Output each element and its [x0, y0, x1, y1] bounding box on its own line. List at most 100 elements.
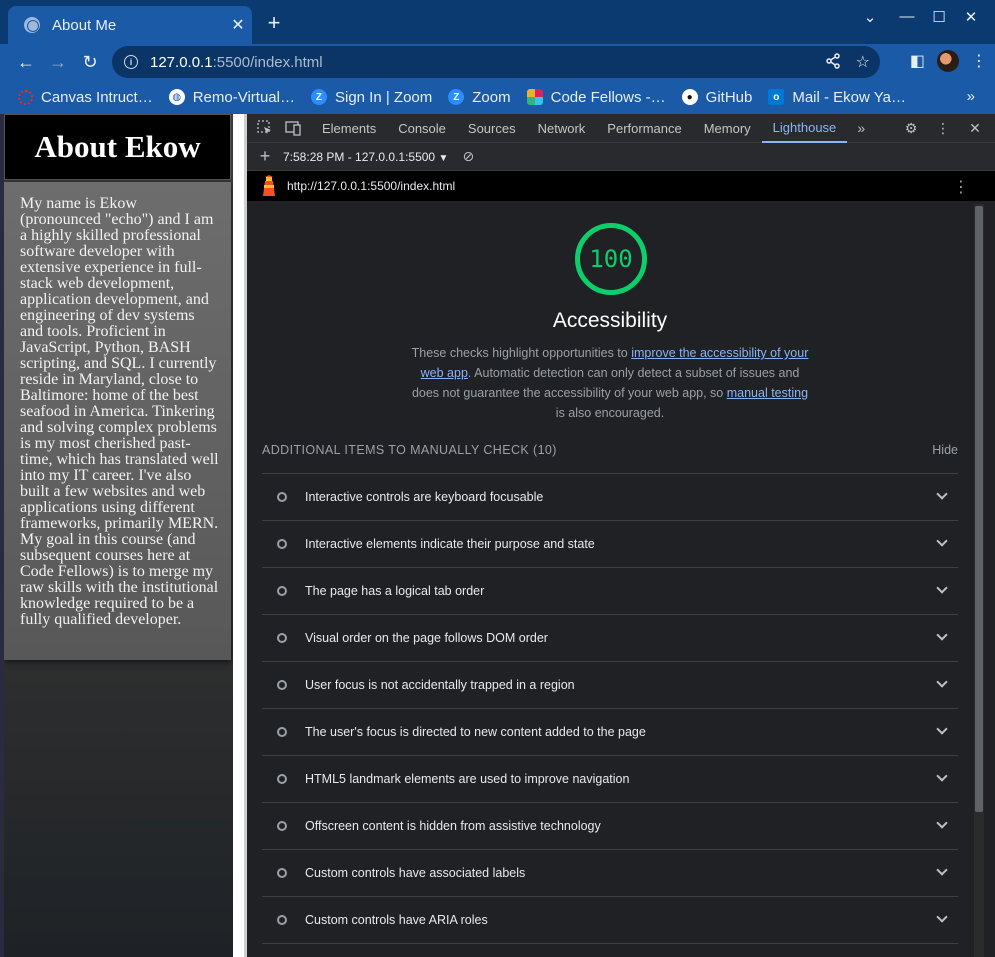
devtools-panel: Elements Console Sources Network Perform… — [247, 114, 995, 957]
page-edge — [0, 114, 4, 957]
back-icon[interactable]: ← — [10, 46, 42, 78]
tab-performance[interactable]: Performance — [596, 114, 692, 143]
manual-circle-icon — [277, 868, 287, 878]
audit-title: HTML5 landmark elements are used to impr… — [305, 772, 630, 786]
address-bar[interactable]: i 127.0.0.1:5500/index.html ☆ — [112, 46, 880, 78]
hide-toggle[interactable]: Hide — [932, 443, 958, 457]
tab-lighthouse[interactable]: Lighthouse — [761, 114, 848, 143]
zoom-icon: Z — [310, 89, 327, 105]
category-title: Accessibility — [552, 309, 668, 332]
manual-circle-icon — [277, 586, 287, 596]
bookmark-remo[interactable]: ◍ Remo-Virtual… — [168, 88, 295, 106]
tab-elements[interactable]: Elements — [311, 114, 387, 143]
tab-console[interactable]: Console — [387, 114, 457, 143]
audit-title: Custom controls have associated labels — [305, 866, 526, 880]
audit-item[interactable]: Custom controls have associated labels — [262, 849, 958, 896]
report-selector[interactable]: 7:58:28 PM - 127.0.0.1:5500 ▼ — [283, 150, 448, 164]
close-devtools-icon[interactable]: ✕ — [961, 115, 989, 143]
more-bookmarks-icon[interactable]: » — [967, 88, 975, 105]
lighthouse-report: 100 Accessibility These checks highlight… — [247, 201, 973, 957]
audit-item[interactable]: Interactive controls are keyboard focusa… — [262, 473, 958, 520]
tab-network[interactable]: Network — [527, 114, 597, 143]
audit-item[interactable]: User focus is not accidentally trapped i… — [262, 661, 958, 708]
bookmark-label: Sign In | Zoom — [334, 88, 433, 106]
category-description: These checks highlight opportunities to … — [410, 343, 810, 423]
score-gauge[interactable]: 100 — [575, 223, 647, 295]
bookmark-zoom[interactable]: Z Zoom — [448, 88, 511, 106]
audit-item[interactable]: Interactive elements indicate their purp… — [262, 520, 958, 567]
canvas-icon — [18, 89, 33, 105]
omnibox-actions: ☆ — [824, 52, 870, 75]
reload-icon[interactable]: ↻ — [74, 46, 106, 78]
browser-tab[interactable]: About Me ✕ — [8, 6, 252, 44]
bookmark-star-icon[interactable]: ☆ — [856, 52, 870, 75]
chevron-down-icon: ▼ — [438, 152, 449, 164]
device-toolbar-icon[interactable] — [279, 114, 307, 142]
globe-icon — [24, 17, 40, 33]
manual-circle-icon — [277, 915, 287, 925]
audit-list: Interactive controls are keyboard focusa… — [262, 473, 958, 944]
github-icon: ● — [681, 89, 698, 105]
manual-circle-icon — [277, 774, 287, 784]
audit-item[interactable]: Visual order on the page follows DOM ord… — [262, 614, 958, 661]
avatar[interactable] — [937, 50, 959, 72]
devtools-splitter[interactable] — [233, 114, 247, 957]
desc-text: These checks highlight opportunities to — [411, 346, 632, 360]
bookmark-label: Remo-Virtual… — [192, 88, 295, 106]
maximize-button[interactable]: ☐ — [928, 8, 950, 26]
audit-title: User focus is not accidentally trapped i… — [305, 678, 575, 692]
browser-window: About Me ✕ + ⌄ — ☐ ✕ ← → ↻ i 127.0.0.1:5… — [0, 0, 995, 957]
bio-text: My name is Ekow (pronounced "echo") and … — [20, 195, 219, 628]
url-path: :5500/index.html — [212, 53, 323, 71]
manual-circle-icon — [277, 821, 287, 831]
page-title: About Ekow — [34, 129, 201, 164]
tab-memory[interactable]: Memory — [693, 114, 762, 143]
bookmark-label: GitHub — [705, 88, 753, 106]
bookmarks-bar: Canvas Intruct… ◍ Remo-Virtual… Z Sign I… — [0, 80, 995, 114]
browser-menu-icon[interactable]: ⋮ — [971, 51, 987, 71]
desc-text: is also encouraged. — [555, 406, 665, 420]
tab-sources[interactable]: Sources — [457, 114, 527, 143]
share-icon[interactable] — [824, 52, 842, 75]
audit-item[interactable]: Offscreen content is hidden from assisti… — [262, 802, 958, 849]
audit-title: Interactive controls are keyboard focusa… — [305, 490, 544, 504]
devtools-menu-icon[interactable]: ⋮ — [929, 115, 957, 143]
forward-icon[interactable]: → — [42, 46, 74, 78]
bookmark-mail[interactable]: o Mail - Ekow Ya… — [768, 89, 906, 106]
new-report-icon[interactable]: + — [251, 143, 279, 171]
lighthouse-toolbar: + 7:58:28 PM - 127.0.0.1:5500 ▼ ⊘ — [247, 143, 995, 171]
bookmark-zoom-signin[interactable]: Z Sign In | Zoom — [310, 88, 433, 106]
audit-item[interactable]: HTML5 landmark elements are used to impr… — [262, 755, 958, 802]
bookmark-label: Zoom — [472, 88, 511, 106]
side-panel-icon[interactable]: ◧ — [910, 51, 925, 71]
audit-title: The user's focus is directed to new cont… — [305, 725, 646, 739]
bookmark-label: Code Fellows -… — [550, 88, 666, 106]
report-url[interactable]: http://127.0.0.1:5500/index.html — [287, 179, 455, 193]
manual-circle-icon — [277, 727, 287, 737]
new-tab-button[interactable]: + — [262, 10, 286, 36]
scrollbar-thumb[interactable] — [975, 206, 983, 812]
bookmark-code-fellows[interactable]: Code Fellows -… — [526, 88, 666, 106]
tab-search-icon[interactable]: ⌄ — [859, 8, 881, 26]
bookmark-github[interactable]: ● GitHub — [681, 88, 753, 106]
more-tabs-icon[interactable]: » — [847, 114, 875, 142]
close-window-button[interactable]: ✕ — [960, 8, 982, 26]
report-scrollbar[interactable] — [974, 204, 984, 957]
audit-item[interactable]: The user's focus is directed to new cont… — [262, 708, 958, 755]
manual-circle-icon — [277, 539, 287, 549]
settings-gear-icon[interactable]: ⚙ — [897, 115, 925, 143]
audit-item[interactable]: Custom controls have ARIA roles — [262, 896, 958, 943]
audit-title: The page has a logical tab order — [305, 584, 485, 598]
manual-testing-link[interactable]: manual testing — [727, 386, 808, 400]
bookmark-canvas[interactable]: Canvas Intruct… — [18, 89, 153, 106]
minimize-button[interactable]: — — [896, 8, 918, 25]
tab-strip: About Me ✕ + ⌄ — ☐ ✕ — [0, 0, 995, 44]
audit-title: Interactive elements indicate their purp… — [305, 537, 595, 551]
site-info-icon[interactable]: i — [124, 55, 138, 69]
close-tab-icon[interactable]: ✕ — [224, 15, 252, 35]
audit-item[interactable]: The page has a logical tab order — [262, 567, 958, 614]
clear-reports-icon[interactable]: ⊘ — [454, 143, 482, 171]
zoom-icon: Z — [448, 89, 465, 105]
report-menu-icon[interactable]: ⋮ — [953, 177, 969, 197]
inspect-element-icon[interactable] — [251, 114, 279, 142]
